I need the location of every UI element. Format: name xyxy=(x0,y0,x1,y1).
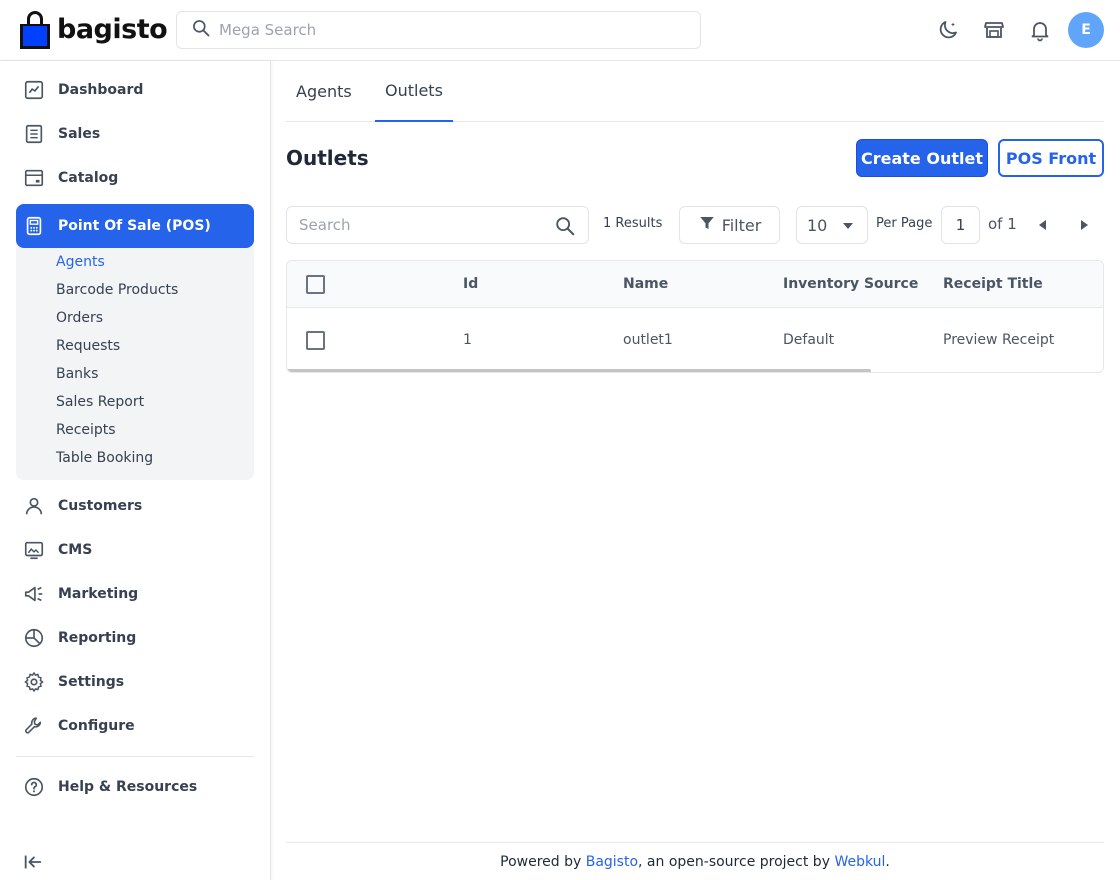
wrench-icon xyxy=(22,714,46,738)
bag-logo-icon xyxy=(20,11,50,49)
filter-label: Filter xyxy=(721,215,762,235)
bagisto-link[interactable]: Bagisto xyxy=(586,854,638,870)
mega-search-input[interactable] xyxy=(219,21,659,39)
column-header-id[interactable]: Id xyxy=(463,276,478,292)
footer: Powered by ​Bagisto, an open-source proj… xyxy=(286,842,1104,880)
marketing-icon xyxy=(22,582,46,606)
sidebar-item-marketing[interactable]: Marketing xyxy=(16,572,254,616)
sidebar: Dashboard Sales Catalog Point Of Sale (P… xyxy=(0,61,271,880)
user-avatar[interactable]: E xyxy=(1068,12,1104,48)
horizontal-scrollbar[interactable] xyxy=(287,369,871,372)
column-header-name[interactable]: Name xyxy=(623,276,668,292)
sidebar-item-label: Reporting xyxy=(58,630,137,646)
sidebar-item-sales[interactable]: Sales xyxy=(16,112,254,156)
results-count: 1 Results xyxy=(603,216,663,231)
tab-outlets[interactable]: Outlets xyxy=(375,61,453,122)
sidebar-item-catalog[interactable]: Catalog xyxy=(16,156,254,200)
per-page-select[interactable]: 10 xyxy=(796,206,868,244)
caret-down-icon xyxy=(843,223,853,229)
submenu-item-requests[interactable]: Requests xyxy=(56,336,120,356)
footer-suffix: . xyxy=(885,853,890,870)
sidebar-item-label: Dashboard xyxy=(58,82,144,98)
submenu-item-orders[interactable]: Orders xyxy=(56,308,103,328)
search-icon xyxy=(191,18,211,42)
cell-id: 1 xyxy=(463,332,472,348)
column-header-inventory-source[interactable]: Inventory Source xyxy=(783,276,918,292)
help-icon xyxy=(22,775,46,799)
dark-mode-icon[interactable] xyxy=(936,18,960,42)
grid-search-input[interactable] xyxy=(299,216,549,234)
filter-button[interactable]: Filter xyxy=(679,206,780,244)
next-page-icon[interactable] xyxy=(1081,220,1088,230)
submenu-item-sales-report[interactable]: Sales Report xyxy=(56,392,144,412)
per-page-value: 10 xyxy=(807,215,828,235)
settings-gear-icon xyxy=(22,670,46,694)
bagisto-logo[interactable]: bagisto xyxy=(20,11,168,49)
pos-icon xyxy=(22,214,46,238)
current-page-input[interactable] xyxy=(941,206,980,244)
filter-funnel-icon xyxy=(698,214,716,236)
sidebar-item-dashboard[interactable]: Dashboard xyxy=(16,68,254,112)
tab-agents[interactable]: Agents xyxy=(296,61,352,122)
per-page-label: Per Page xyxy=(876,216,933,231)
pos-submenu: Point Of Sale (POS) Agents Barcode Produ… xyxy=(16,204,254,480)
page-title: Outlets xyxy=(286,146,369,170)
cms-icon xyxy=(22,538,46,562)
cell-name: outlet1 xyxy=(623,332,673,348)
search-icon[interactable] xyxy=(554,215,576,241)
cell-inventory-source: Default xyxy=(783,332,835,348)
footer-prefix: Powered by xyxy=(500,853,586,870)
catalog-icon xyxy=(22,166,46,190)
tab-bar: Agents Outlets xyxy=(286,61,1104,122)
submenu-item-agents[interactable]: Agents xyxy=(56,252,105,272)
sidebar-item-reporting[interactable]: Reporting xyxy=(16,616,254,660)
grid-search-box[interactable] xyxy=(286,206,589,244)
pos-front-button[interactable]: POS Front xyxy=(998,139,1104,177)
create-outlet-button[interactable]: Create Outlet xyxy=(856,139,988,177)
sidebar-item-customers[interactable]: Customers xyxy=(16,484,254,528)
logo-text: bagisto xyxy=(57,14,168,45)
sidebar-item-label: CMS xyxy=(58,542,93,558)
column-header-receipt-title[interactable]: Receipt Title xyxy=(943,276,1043,292)
storefront-icon[interactable] xyxy=(982,18,1006,42)
collapse-sidebar-icon[interactable] xyxy=(22,851,46,875)
sidebar-item-label: Point Of Sale (POS) xyxy=(58,218,211,234)
sidebar-divider xyxy=(16,756,254,757)
reporting-icon xyxy=(22,626,46,650)
table-row: 1 outlet1 Default Preview Receipt xyxy=(287,308,1103,370)
row-checkbox[interactable] xyxy=(306,331,325,350)
sidebar-item-label: Configure xyxy=(58,718,135,734)
sidebar-item-label: Customers xyxy=(58,498,143,514)
submenu-item-banks[interactable]: Banks xyxy=(56,364,98,384)
sidebar-item-settings[interactable]: Settings xyxy=(16,660,254,704)
sidebar-item-help[interactable]: Help & Resources xyxy=(16,765,254,809)
outlets-table: Id Name Inventory Source Receipt Title 1… xyxy=(286,260,1104,373)
submenu-item-receipts[interactable]: Receipts xyxy=(56,420,116,440)
total-pages-label: of 1 xyxy=(988,215,1017,233)
select-all-checkbox[interactable] xyxy=(306,275,325,294)
mega-search-box[interactable] xyxy=(176,11,701,49)
sidebar-item-configure[interactable]: Configure xyxy=(16,704,254,748)
sidebar-item-label: Sales xyxy=(58,126,101,142)
customers-icon xyxy=(22,494,46,518)
sidebar-item-label: Settings xyxy=(58,674,125,690)
submenu-item-table-booking[interactable]: Table Booking xyxy=(56,448,153,468)
sidebar-item-label: Help & Resources xyxy=(58,779,198,795)
sidebar-item-pos[interactable]: Point Of Sale (POS) xyxy=(16,204,254,248)
dashboard-icon xyxy=(22,78,46,102)
submenu-item-barcode-products[interactable]: Barcode Products xyxy=(56,280,178,300)
cell-receipt-title: Preview Receipt xyxy=(943,332,1055,348)
prev-page-icon[interactable] xyxy=(1039,220,1046,230)
sales-icon xyxy=(22,122,46,146)
top-bar: bagisto E xyxy=(0,0,1120,61)
table-header: Id Name Inventory Source Receipt Title xyxy=(287,261,1103,308)
sidebar-item-cms[interactable]: CMS xyxy=(16,528,254,572)
sidebar-item-label: Catalog xyxy=(58,170,119,186)
footer-middle: , an open-source project by xyxy=(638,853,835,870)
sidebar-item-label: Marketing xyxy=(58,586,139,602)
notification-bell-icon[interactable] xyxy=(1028,18,1052,42)
webkul-link[interactable]: Webkul xyxy=(834,854,885,870)
